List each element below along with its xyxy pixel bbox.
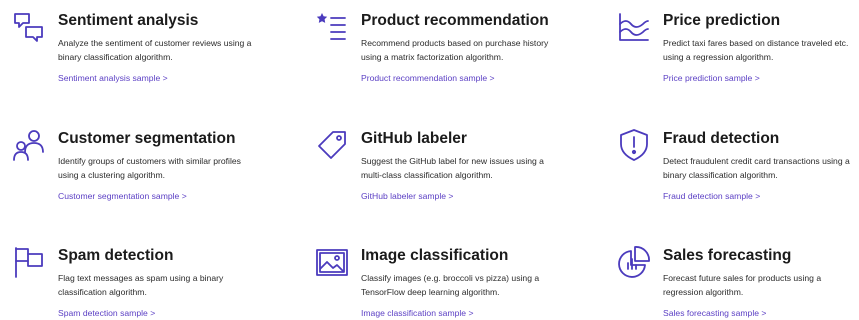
card-description: Suggest the GitHub label for new issues … bbox=[361, 156, 544, 180]
fraud-detection-sample-link[interactable]: Fraud detection sample > bbox=[663, 191, 760, 201]
line-chart-icon bbox=[617, 10, 651, 44]
card-description: Predict taxi fares based on distance tra… bbox=[663, 38, 849, 62]
card-title: Fraud detection bbox=[663, 130, 780, 147]
github-labeler-sample-link[interactable]: GitHub labeler sample > bbox=[361, 191, 453, 201]
shield-alert-icon bbox=[617, 128, 651, 162]
card-title: GitHub labeler bbox=[361, 130, 467, 147]
card-title: Spam detection bbox=[58, 247, 174, 264]
sales-forecasting-sample-link[interactable]: Sales forecasting sample > bbox=[663, 308, 766, 318]
tag-icon bbox=[315, 128, 349, 162]
product-recommendation-sample-link[interactable]: Product recommendation sample > bbox=[361, 73, 495, 83]
card-description: Detect fraudulent credit card transactio… bbox=[663, 156, 850, 180]
sentiment-analysis-sample-link[interactable]: Sentiment analysis sample > bbox=[58, 73, 168, 83]
card-description: Identify groups of customers with simila… bbox=[58, 156, 241, 180]
image-classification-sample-link[interactable]: Image classification sample > bbox=[361, 308, 474, 318]
card-description: Forecast future sales for products using… bbox=[663, 273, 822, 297]
card-title: Image classification bbox=[361, 247, 509, 264]
pie-chart-icon bbox=[617, 245, 651, 279]
card-description: Flag text messages as spam using a binar… bbox=[58, 273, 224, 297]
flag-icon bbox=[12, 245, 46, 279]
card-title: Product recommendation bbox=[361, 12, 549, 29]
star-list-icon bbox=[315, 10, 349, 44]
spam-detection-sample-link[interactable]: Spam detection sample > bbox=[58, 308, 155, 318]
card-title: Customer segmentation bbox=[58, 130, 236, 147]
samples-grid: Sentiment analysis Analyze the sentiment… bbox=[0, 0, 859, 320]
card-description: Recommend products based on purchase his… bbox=[361, 38, 549, 62]
card-description: Analyze the sentiment of customer review… bbox=[58, 38, 252, 62]
card-description: Classify images (e.g. broccoli vs pizza)… bbox=[361, 273, 540, 297]
price-prediction-sample-link[interactable]: Price prediction sample > bbox=[663, 73, 760, 83]
image-icon bbox=[315, 245, 349, 279]
card-title: Sales forecasting bbox=[663, 247, 792, 264]
chat-bubbles-icon bbox=[12, 10, 46, 44]
people-icon bbox=[12, 128, 46, 162]
card-title: Sentiment analysis bbox=[58, 12, 199, 29]
customer-segmentation-sample-link[interactable]: Customer segmentation sample > bbox=[58, 191, 187, 201]
card-title: Price prediction bbox=[663, 12, 781, 29]
